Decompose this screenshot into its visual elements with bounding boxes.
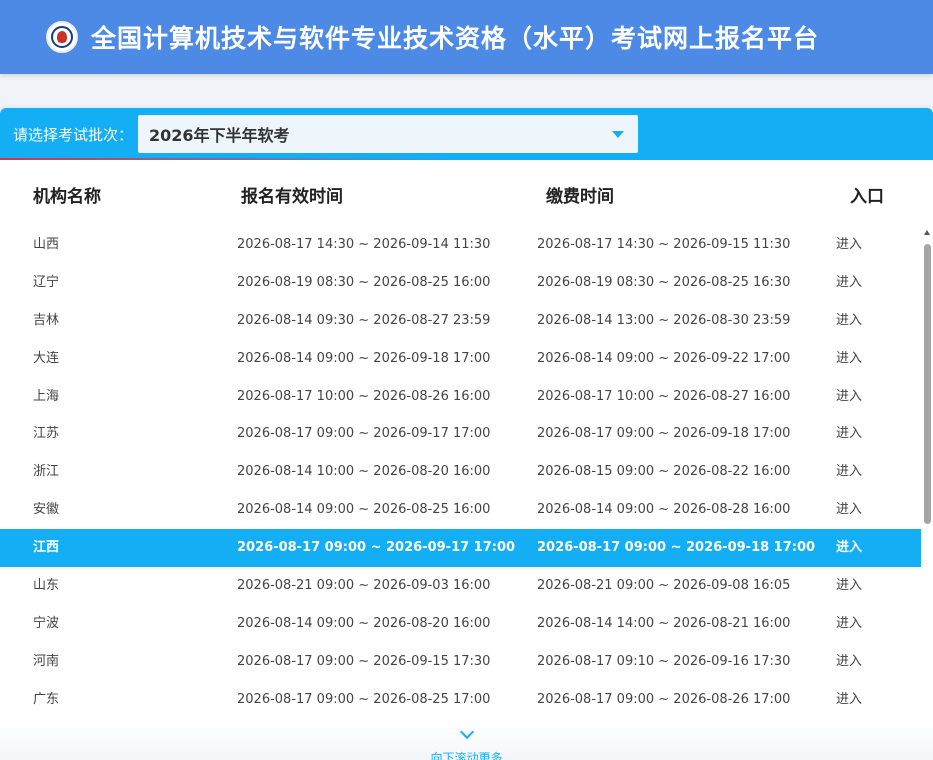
table-row: 江西 2026-08-17 09:00 ~ 2026-09-17 17:00 202… [0,529,921,568]
reg-time-cell: 2026-08-17 09:00 ~ 2026-08-25 17:00 [237,691,491,707]
entry-link[interactable]: 进入 [836,453,862,491]
reg-time-cell: 2026-08-14 09:00 ~ 2026-08-25 16:00 [237,502,491,518]
org-cell: 河南 [33,653,60,669]
registration-panel: 请选择考试批次： 2026年下半年软考 机构名称 报名有效时间 缴费时间 入口 … [0,108,933,760]
reg-time-cell: 2026-08-21 09:00 ~ 2026-09-03 16:00 [237,578,491,594]
pay-time-cell: 2026-08-14 09:00 ~ 2026-09-22 17:00 [537,350,791,366]
org-cell: 吉林 [33,312,60,328]
entry-link[interactable]: 进入 [836,226,862,264]
org-cell: 安徽 [33,502,60,518]
entry-link[interactable]: 进入 [836,302,862,340]
reg-time-cell: 2026-08-17 10:00 ~ 2026-08-26 16:00 [237,388,491,404]
table-body: 山西 2026-08-17 14:30 ~ 2026-09-14 11:30 202… [0,226,921,719]
org-cell: 浙江 [33,464,60,480]
org-cell: 上海 [33,388,60,404]
batch-select[interactable]: 2026年下半年软考 [138,115,639,153]
scroll-more-label: 向下滚动更多 [430,751,503,760]
header-entry: 入口 [850,187,884,207]
table-row: 上海 2026-08-17 10:00 ~ 2026-08-26 16:00 202… [0,378,921,416]
entry-link[interactable]: 进入 [836,264,862,302]
entry-link[interactable]: 进入 [836,378,862,416]
reg-time-cell: 2026-08-14 10:00 ~ 2026-08-20 16:00 [237,464,491,480]
logo-icon [46,21,78,53]
scroll-more-button[interactable]: 向下滚动更多 [0,722,933,760]
reg-time-cell: 2026-08-17 14:30 ~ 2026-09-14 11:30 [237,237,491,252]
batch-selected-value: 2026年下半年软考 [149,126,290,145]
pay-time-cell: 2026-08-17 09:00 ~ 2026-09-18 17:00 [537,426,791,442]
pay-time-cell: 2026-08-17 09:10 ~ 2026-09-16 17:30 [537,653,791,669]
batch-bar: 请选择考试批次： 2026年下半年软考 [0,108,933,160]
org-cell: 广东 [33,691,60,707]
site-title: 全国计算机技术与软件专业技术资格（水平）考试网上报名平台 [91,24,820,53]
site-header: 全国计算机技术与软件专业技术资格（水平）考试网上报名平台 [0,0,933,74]
org-cell: 宁波 [33,615,60,631]
org-cell: 江西 [33,540,60,556]
reg-time-cell: 2026-08-17 09:00 ~ 2026-09-15 17:30 [237,653,491,669]
pay-time-cell: 2026-08-21 09:00 ~ 2026-09-08 16:05 [537,578,791,594]
table-row: 大连 2026-08-14 09:00 ~ 2026-09-18 17:00 202… [0,340,921,378]
pay-time-cell: 2026-08-19 08:30 ~ 2026-08-25 16:30 [537,274,791,290]
pay-time-cell: 2026-08-14 09:00 ~ 2026-08-28 16:00 [537,502,791,518]
pay-time-cell: 2026-08-17 14:30 ~ 2026-09-15 11:30 [537,237,791,252]
entry-link[interactable]: 进入 [836,340,862,378]
table-row: 浙江 2026-08-14 10:00 ~ 2026-08-20 16:00 202… [0,453,921,491]
table-row: 广东 2026-08-17 09:00 ~ 2026-08-25 17:00 202… [0,681,921,719]
reg-time-cell: 2026-08-17 09:00 ~ 2026-09-17 17:00 [237,426,491,442]
table-row: 江苏 2026-08-17 09:00 ~ 2026-09-17 17:00 202… [0,415,921,453]
header-org: 机构名称 [33,187,101,207]
scrollbar-thumb[interactable] [924,244,931,524]
entry-link[interactable]: 进入 [836,529,862,567]
batch-label: 请选择考试批次： [13,125,134,144]
table-row: 山东 2026-08-21 09:00 ~ 2026-09-03 16:00 202… [0,567,921,605]
header-pay-time: 缴费时间 [546,187,614,207]
header-reg-time: 报名有效时间 [241,187,343,207]
entry-link[interactable]: 进入 [836,643,862,681]
table-row: 吉林 2026-08-14 09:30 ~ 2026-08-27 23:59 202… [0,302,921,340]
entry-link[interactable]: 进入 [836,681,862,719]
table-header: 机构名称 报名有效时间 缴费时间 入口 [0,182,921,212]
pay-time-cell: 2026-08-14 13:00 ~ 2026-08-30 23:59 [537,312,791,328]
caret-down-icon [612,131,625,138]
pay-time-cell: 2026-08-17 10:00 ~ 2026-08-27 16:00 [537,388,791,404]
table-row: 安徽 2026-08-14 09:00 ~ 2026-08-25 16:00 202… [0,491,921,529]
entry-link[interactable]: 进入 [836,491,862,529]
reg-time-cell: 2026-08-19 08:30 ~ 2026-08-25 16:00 [237,274,491,290]
scroll-up-icon[interactable] [924,230,930,235]
org-cell: 辽宁 [33,274,60,290]
entry-link[interactable]: 进入 [836,415,862,453]
scrollbar[interactable] [921,228,933,718]
table-row: 河南 2026-08-17 09:00 ~ 2026-09-15 17:30 202… [0,643,921,681]
entry-link[interactable]: 进入 [836,567,862,605]
reg-time-cell: 2026-08-14 09:30 ~ 2026-08-27 23:59 [237,312,491,328]
reg-time-cell: 2026-08-14 09:00 ~ 2026-08-20 16:00 [237,615,491,631]
pay-time-cell: 2026-08-17 09:00 ~ 2026-09-18 17:00 [537,540,816,556]
org-cell: 江苏 [33,426,60,442]
pay-time-cell: 2026-08-14 14:00 ~ 2026-08-21 16:00 [537,615,791,631]
org-cell: 山西 [33,237,60,252]
entry-link[interactable]: 进入 [836,605,862,643]
org-cell: 山东 [33,578,60,594]
table-row: 宁波 2026-08-14 09:00 ~ 2026-08-20 16:00 202… [0,605,921,643]
table-row: 山西 2026-08-17 14:30 ~ 2026-09-14 11:30 202… [0,226,921,264]
pay-time-cell: 2026-08-17 09:00 ~ 2026-08-26 17:00 [537,691,791,707]
chevron-down-icon [459,724,474,740]
reg-time-cell: 2026-08-17 09:00 ~ 2026-09-17 17:00 [237,540,516,556]
reg-time-cell: 2026-08-14 09:00 ~ 2026-09-18 17:00 [237,350,491,366]
pay-time-cell: 2026-08-15 09:00 ~ 2026-08-22 16:00 [537,464,791,480]
org-cell: 大连 [33,350,60,366]
table-row: 辽宁 2026-08-19 08:30 ~ 2026-08-25 16:00 202… [0,264,921,302]
